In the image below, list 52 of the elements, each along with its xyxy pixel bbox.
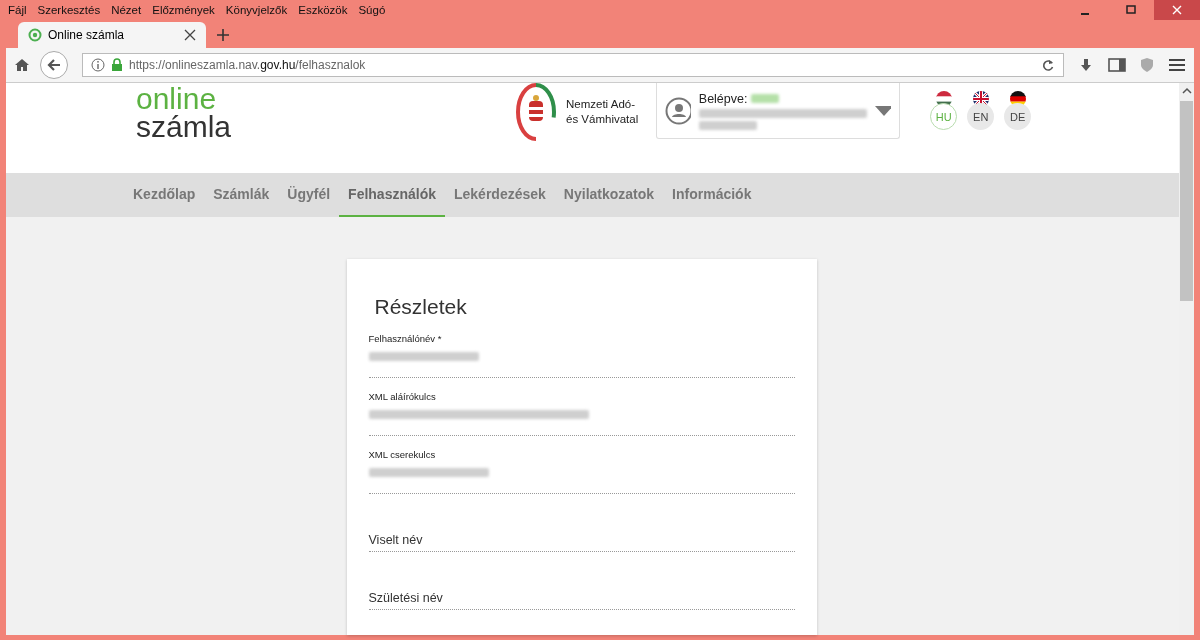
menu-icon[interactable] <box>1168 57 1186 73</box>
input-field[interactable]: Viselt név <box>368 507 795 552</box>
field-label: Felhasználónév * <box>368 333 443 344</box>
input-field[interactable]: XML aláírókulcs <box>368 391 795 436</box>
logged-in-label: Belépve: <box>698 91 748 106</box>
browser-tab[interactable]: Online számla <box>18 22 206 48</box>
nav-tab[interactable]: Felhasználók <box>339 173 445 217</box>
agency-name: Nemzeti Adó- <box>566 97 637 112</box>
close-icon[interactable] <box>184 29 196 41</box>
redacted-text <box>698 120 757 130</box>
logo-text[interactable]: számla <box>136 113 516 141</box>
sidebar-icon[interactable] <box>1108 57 1126 73</box>
user-menu[interactable]: Belépve: <box>656 83 901 139</box>
field-label: XML aláírókulcs <box>368 391 437 402</box>
scroll-thumb[interactable] <box>1180 101 1193 301</box>
circle-icon <box>28 28 42 42</box>
language-button[interactable]: DE <box>1004 103 1032 130</box>
back-arrow-icon <box>47 58 61 72</box>
maximize-icon <box>1126 5 1136 15</box>
new-tab-icon[interactable] <box>216 28 230 42</box>
field-label: XML cserekulcs <box>368 449 437 460</box>
field-label: Születési név <box>368 591 444 605</box>
card-title: Részletek <box>374 295 468 319</box>
back-button[interactable] <box>40 51 68 79</box>
input-field[interactable]: Felhasználónév * <box>368 333 795 378</box>
redacted-text <box>751 94 780 103</box>
scroll-up-icon[interactable] <box>1181 87 1192 95</box>
dropdown-caret-icon <box>874 105 892 116</box>
menu-item[interactable]: Előzmények <box>152 4 215 16</box>
menu-item[interactable]: Nézet <box>111 4 142 16</box>
agency-name: és Vámhivatal <box>566 112 639 127</box>
user-icon <box>665 96 691 125</box>
tab-title: Online számla <box>48 28 126 42</box>
address-bar[interactable]: https://onlineszamla.nav.gov.hu/felhasznalok <box>82 53 1064 77</box>
close-icon <box>1172 5 1182 15</box>
minimize-icon <box>1081 13 1089 15</box>
home-icon[interactable] <box>14 57 30 73</box>
input-field[interactable]: Születési név <box>368 565 795 610</box>
info-icon[interactable] <box>91 58 105 72</box>
menu-item[interactable]: Könyvjelzők <box>225 4 288 16</box>
input-field[interactable]: XML cserekulcs <box>368 449 795 494</box>
menu-item[interactable]: Szerkesztés <box>37 4 101 16</box>
reload-icon[interactable] <box>1041 58 1055 72</box>
field-label: Viselt név <box>368 533 424 547</box>
menu-item[interactable]: Fájl <box>8 4 27 16</box>
language-button[interactable]: EN <box>967 103 995 130</box>
scrollbar[interactable] <box>1179 83 1194 635</box>
menu-item[interactable]: Eszközök <box>298 4 348 16</box>
download-icon[interactable] <box>1078 57 1094 73</box>
menu-item[interactable]: Súgó <box>358 4 386 16</box>
lock-icon <box>111 58 123 72</box>
url-text: https://onlineszamla.nav.gov.hu/felhasznalok <box>129 58 366 72</box>
